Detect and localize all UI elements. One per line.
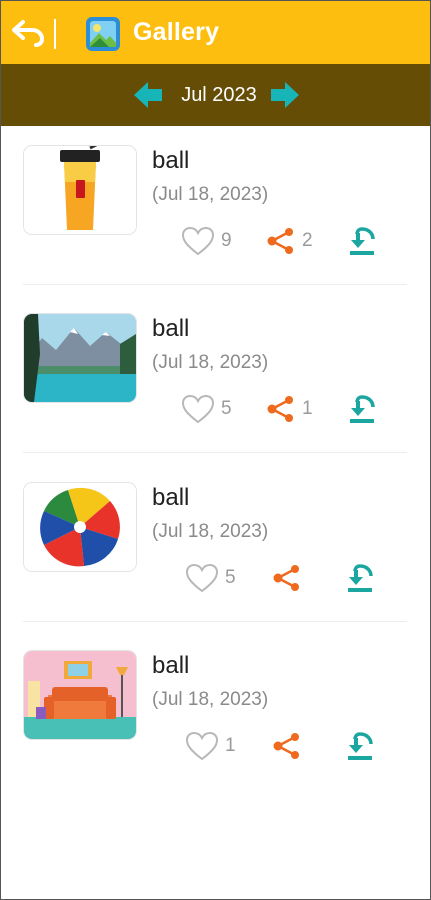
heart-outline-icon [181, 226, 215, 256]
next-month-arrow-icon [271, 82, 299, 108]
item-title: ball [152, 484, 190, 511]
share-count: 1 [302, 398, 313, 419]
download-button[interactable] [346, 730, 374, 762]
item-divider [23, 284, 407, 285]
next-month-button[interactable] [269, 80, 301, 110]
prev-month-button[interactable] [132, 80, 164, 110]
page-title: Gallery [133, 18, 220, 46]
like-button[interactable]: 9 [181, 226, 232, 256]
share-icon [267, 228, 293, 254]
iced-drink-thumbnail[interactable] [23, 145, 137, 235]
like-button[interactable]: 5 [185, 563, 236, 593]
gallery-icon [85, 16, 121, 52]
download-icon [348, 564, 373, 592]
mountain-lake-thumbnail[interactable] [23, 313, 137, 403]
app-header: Gallery [1, 1, 430, 64]
item-date: (Jul 18, 2023) [152, 689, 269, 710]
like-count: 9 [221, 230, 232, 251]
heart-outline-icon [185, 563, 219, 593]
list-item[interactable]: ball (Jul 18, 2023) 1 [1, 631, 430, 799]
like-count: 1 [225, 735, 236, 756]
like-count: 5 [221, 398, 232, 419]
download-button[interactable] [348, 225, 376, 257]
list-item[interactable]: ball (Jul 18, 2023) 5 1 [1, 294, 430, 462]
share-icon [273, 565, 299, 591]
item-title: ball [152, 315, 190, 342]
list-item[interactable]: ball (Jul 18, 2023) 9 2 [1, 126, 430, 294]
item-date: (Jul 18, 2023) [152, 184, 269, 205]
item-title: ball [152, 147, 190, 174]
download-icon [350, 395, 375, 423]
living-room-thumbnail[interactable] [23, 650, 137, 740]
share-button[interactable] [272, 565, 308, 591]
share-icon [267, 396, 293, 422]
back-arrow-icon [12, 20, 45, 47]
header-divider [54, 19, 56, 49]
list-item[interactable]: ball (Jul 18, 2023) 5 [1, 463, 430, 631]
item-date: (Jul 18, 2023) [152, 521, 269, 542]
share-button[interactable]: 2 [266, 228, 313, 254]
download-icon [348, 732, 373, 760]
item-title: ball [152, 652, 190, 679]
prev-month-arrow-icon [134, 82, 162, 108]
month-label: Jul 2023 [181, 84, 257, 106]
item-divider [23, 452, 407, 453]
share-count: 2 [302, 230, 313, 251]
back-button[interactable] [11, 15, 47, 51]
heart-outline-icon [185, 731, 219, 761]
beach-ball-thumbnail[interactable] [23, 482, 137, 572]
item-date: (Jul 18, 2023) [152, 352, 269, 373]
like-count: 5 [225, 567, 236, 588]
like-button[interactable]: 1 [185, 731, 236, 761]
download-icon [350, 227, 375, 255]
month-navigation-bar: Jul 2023 [1, 64, 430, 126]
heart-outline-icon [181, 394, 215, 424]
download-button[interactable] [348, 393, 376, 425]
share-icon [273, 733, 299, 759]
download-button[interactable] [346, 562, 374, 594]
like-button[interactable]: 5 [181, 394, 232, 424]
share-button[interactable]: 1 [266, 396, 313, 422]
share-button[interactable] [272, 733, 308, 759]
item-divider [23, 621, 407, 622]
